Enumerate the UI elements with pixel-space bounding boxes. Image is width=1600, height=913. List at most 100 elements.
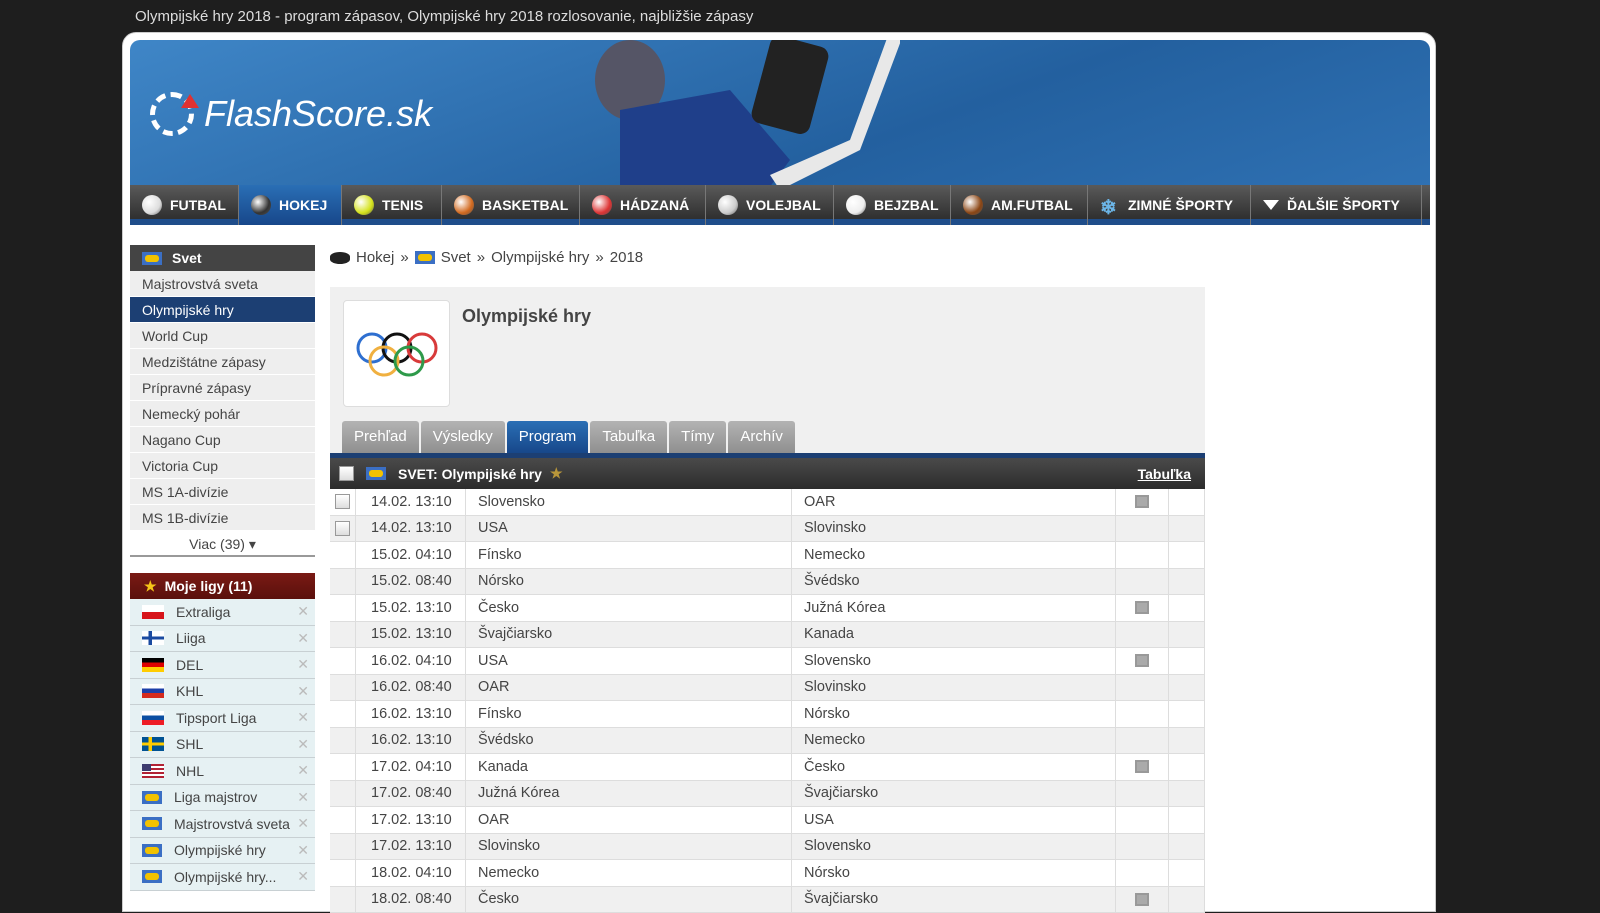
- remove-icon[interactable]: ✕: [297, 603, 309, 620]
- cz-flag-icon: [142, 605, 164, 619]
- home-team: Južná Kórea: [466, 781, 792, 807]
- league-checkbox[interactable]: [339, 466, 354, 481]
- standings-link[interactable]: Tabuľka: [1138, 466, 1191, 482]
- nav-am-futbal[interactable]: AM.FUTBAL: [951, 185, 1088, 225]
- my-league-liga-majstrov[interactable]: Liga majstrov✕: [130, 785, 315, 812]
- match-row[interactable]: 16.02. 08:40OARSlovinsko: [330, 675, 1205, 702]
- tab-vy-sledky[interactable]: Výsledky: [421, 421, 505, 453]
- olympic-rings-icon: [344, 301, 449, 406]
- sidebar-header[interactable]: Svet: [130, 245, 315, 271]
- nav-d-als-ie-s-porty[interactable]: ĎALŠIE ŠPORTY: [1251, 185, 1422, 225]
- match-row[interactable]: 16.02. 13:10ŠvédskoNemecko: [330, 728, 1205, 755]
- match-row[interactable]: 15.02. 04:10FínskoNemecko: [330, 542, 1205, 569]
- match-checkbox[interactable]: [335, 521, 350, 536]
- my-league-extraliga[interactable]: Extraliga✕: [130, 599, 315, 626]
- more-leagues-button[interactable]: Viac (39) ▾: [130, 531, 315, 557]
- remove-icon[interactable]: ✕: [297, 868, 309, 885]
- my-league-nhl[interactable]: NHL✕: [130, 758, 315, 785]
- league-name[interactable]: SVET: Olympijské hry: [398, 466, 542, 482]
- sidebar-item-olympijske-hry[interactable]: Olympijské hry: [130, 297, 315, 323]
- football-icon: [963, 195, 983, 215]
- match-row[interactable]: 15.02. 08:40NórskoŠvédsko: [330, 569, 1205, 596]
- remove-icon[interactable]: ✕: [297, 815, 309, 832]
- my-league-shl[interactable]: SHL✕: [130, 732, 315, 759]
- my-league-tipsport-liga[interactable]: Tipsport Liga✕: [130, 705, 315, 732]
- match-row[interactable]: 15.02. 13:10ŠvajčiarskoKanada: [330, 622, 1205, 649]
- fixtures-table: SVET: Olympijské hry ★ Tabuľka 14.02. 13…: [330, 453, 1205, 913]
- tv-cell: [1116, 781, 1169, 807]
- sidebar-item-medzis-ta-tne-za-pasy[interactable]: Medzištátne zápasy: [130, 349, 315, 375]
- match-row[interactable]: 16.02. 04:10USASlovensko: [330, 648, 1205, 675]
- sidebar-item-world-cup[interactable]: World Cup: [130, 323, 315, 349]
- remove-icon[interactable]: ✕: [297, 842, 309, 859]
- nav-ha-dzana[interactable]: HÁDZANÁ: [580, 185, 706, 225]
- remove-icon[interactable]: ✕: [297, 683, 309, 700]
- remove-icon[interactable]: ✕: [297, 709, 309, 726]
- sidebar-item-majstrovstva-sveta[interactable]: Majstrovstvá sveta: [130, 271, 315, 297]
- tab-ti-my[interactable]: Tímy: [669, 421, 726, 453]
- sidebar-item-victoria-cup[interactable]: Victoria Cup: [130, 453, 315, 479]
- nav-hokej[interactable]: HOKEJ: [239, 185, 342, 225]
- sidebar-item-ms-1b-divi-zie[interactable]: MS 1B-divízie: [130, 505, 315, 531]
- tv-icon[interactable]: [1135, 760, 1149, 773]
- match-checkbox[interactable]: [335, 494, 350, 509]
- remove-icon[interactable]: ✕: [297, 736, 309, 753]
- home-team: Nórsko: [466, 569, 792, 595]
- nav-futbal[interactable]: FUTBAL: [130, 185, 239, 225]
- away-team: Nemecko: [792, 542, 1116, 568]
- nav-zimne-s-porty[interactable]: ❄ZIMNÉ ŠPORTY: [1088, 185, 1251, 225]
- match-time: 16.02. 13:10: [356, 728, 466, 754]
- my-league-khl[interactable]: KHL✕: [130, 679, 315, 706]
- match-row[interactable]: 17.02. 04:10KanadaČesko: [330, 754, 1205, 781]
- my-league-del[interactable]: DEL✕: [130, 652, 315, 679]
- remove-icon[interactable]: ✕: [297, 762, 309, 779]
- tv-cell: [1116, 516, 1169, 542]
- nav-bejzbal[interactable]: BEJZBAL: [834, 185, 951, 225]
- remove-icon[interactable]: ✕: [297, 656, 309, 673]
- flashscore-logo[interactable]: FlashScore.sk: [150, 92, 432, 136]
- match-row[interactable]: 14.02. 13:10USASlovinsko: [330, 516, 1205, 543]
- nav-label: HÁDZANÁ: [620, 197, 689, 213]
- home-team: Kanada: [466, 754, 792, 780]
- match-row[interactable]: 17.02. 08:40Južná KóreaŠvajčiarsko: [330, 781, 1205, 808]
- remove-icon[interactable]: ✕: [297, 630, 309, 647]
- my-league-olympijske-hry[interactable]: Olympijské hry✕: [130, 838, 315, 865]
- tab-archi-v[interactable]: Archív: [728, 421, 795, 453]
- match-row[interactable]: 14.02. 13:10SlovenskoOAR: [330, 489, 1205, 516]
- nav-tenis[interactable]: TENIS: [342, 185, 442, 225]
- favorite-star-icon[interactable]: ★: [550, 465, 563, 482]
- match-row[interactable]: 15.02. 13:10ČeskoJužná Kórea: [330, 595, 1205, 622]
- sidebar-item-nemecky-poha-r[interactable]: Nemecký pohár: [130, 401, 315, 427]
- breadcrumb-sport[interactable]: Hokej: [356, 249, 394, 266]
- tab-prehl-ad[interactable]: Prehľad: [342, 421, 419, 453]
- match-row[interactable]: 18.02. 04:10NemeckoNórsko: [330, 860, 1205, 887]
- star-icon: ★: [144, 578, 157, 595]
- nav-basketbal[interactable]: BASKETBAL: [442, 185, 580, 225]
- match-row[interactable]: 17.02. 13:10OARUSA: [330, 807, 1205, 834]
- tv-icon[interactable]: [1135, 893, 1149, 906]
- away-team: Slovensko: [792, 834, 1116, 860]
- checkbox-cell: [330, 595, 356, 621]
- nav-volejbal[interactable]: VOLEJBAL: [706, 185, 834, 225]
- sidebar-item-ms-1a-divi-zie[interactable]: MS 1A-divízie: [130, 479, 315, 505]
- match-row[interactable]: 16.02. 13:10FínskoNórsko: [330, 701, 1205, 728]
- tv-icon[interactable]: [1135, 495, 1149, 508]
- my-league-liiga[interactable]: Liiga✕: [130, 626, 315, 653]
- tab-program[interactable]: Program: [507, 421, 589, 453]
- tv-cell: [1116, 860, 1169, 886]
- home-team: Česko: [466, 887, 792, 913]
- checkbox-cell: [330, 728, 356, 754]
- sidebar-item-nagano-cup[interactable]: Nagano Cup: [130, 427, 315, 453]
- puck-icon: [330, 252, 350, 264]
- tv-icon[interactable]: [1135, 654, 1149, 667]
- world-flag-icon: [142, 817, 162, 830]
- breadcrumb-country[interactable]: Svet: [441, 249, 471, 266]
- tv-icon[interactable]: [1135, 601, 1149, 614]
- my-league-majstrovstva-sveta[interactable]: Majstrovstvá sveta✕: [130, 811, 315, 838]
- my-league-olympijske-hry[interactable]: Olympijské hry...✕: [130, 864, 315, 891]
- remove-icon[interactable]: ✕: [297, 789, 309, 806]
- tab-tabul-ka[interactable]: Tabuľka: [590, 421, 667, 453]
- match-row[interactable]: 17.02. 13:10SlovinskoSlovensko: [330, 834, 1205, 861]
- sidebar-item-pri-pravne-za-pasy[interactable]: Prípravné zápasy: [130, 375, 315, 401]
- breadcrumb-competition[interactable]: Olympijské hry: [491, 249, 589, 266]
